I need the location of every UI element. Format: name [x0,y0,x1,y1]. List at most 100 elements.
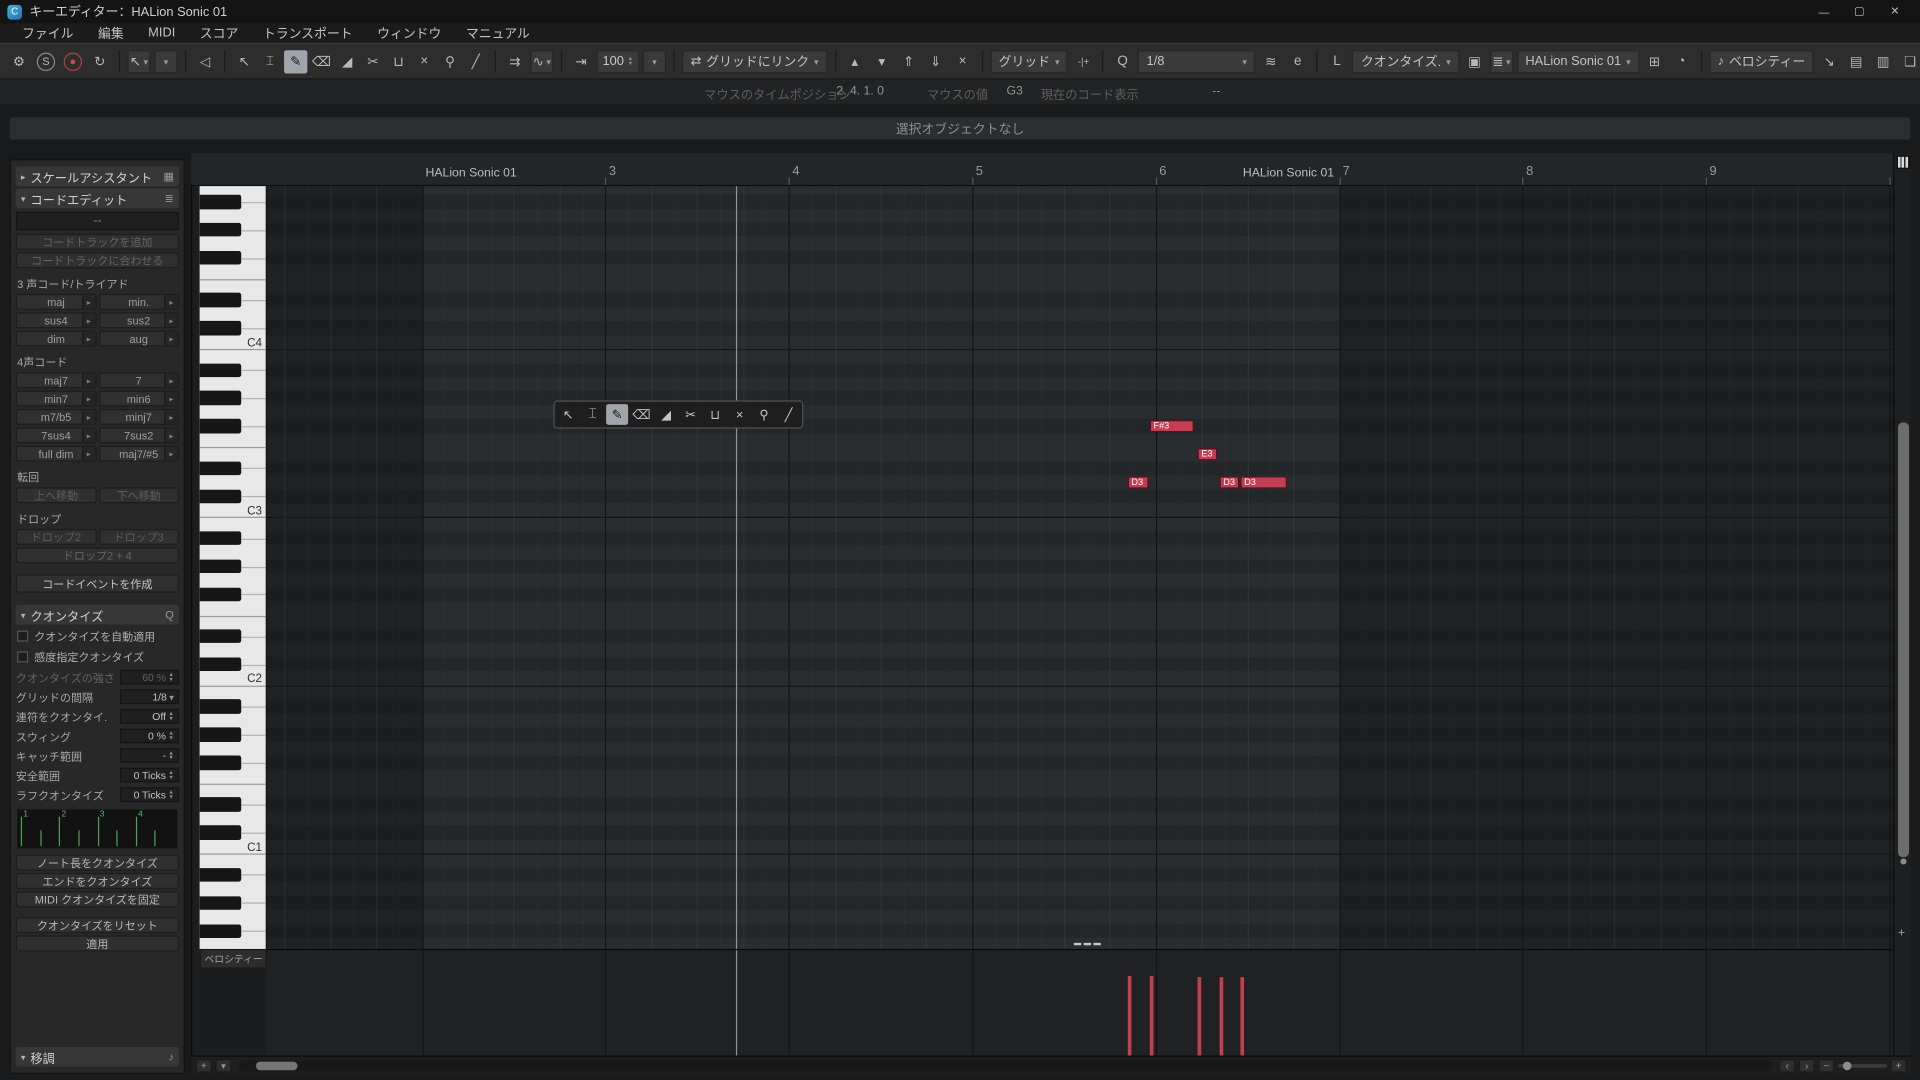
left-zone-toggle[interactable]: ▤ [1845,50,1868,73]
chord-button-上へ移動[interactable]: 上へ移動 [16,487,96,503]
tool-draw[interactable]: ✎ [606,404,628,425]
time-format-button[interactable]: ◔ [1670,50,1693,73]
lane-resize-handle[interactable] [1074,943,1101,945]
curve-dropdown[interactable]: ∿▾ [530,50,553,73]
black-key[interactable] [200,321,242,335]
black-key[interactable] [200,700,242,714]
record-button[interactable]: ● [61,50,84,73]
menu-MIDI[interactable]: MIDI [136,26,188,41]
white-key[interactable] [200,938,266,949]
tool-range[interactable]: ⌶ [258,50,281,73]
param-value-field[interactable]: -▲▼ [120,748,179,763]
white-key[interactable] [200,545,266,559]
chord-button-下へ移動[interactable]: 下へ移動 [99,487,179,503]
param-value-field[interactable]: 0 Ticks▲▼ [120,768,179,783]
transpose-up-button[interactable]: ⇑ [897,50,920,73]
chord-variant-arrow-icon[interactable]: ▸ [81,392,94,405]
chord-button-maj7/#5[interactable]: maj7/#5▸ [99,446,179,462]
white-key[interactable] [200,349,266,363]
white-key[interactable] [200,910,266,924]
maximize-button[interactable]: ▢ [1842,0,1878,23]
white-key[interactable] [200,517,266,531]
black-key[interactable] [200,419,242,433]
insert-velocity-dropdown[interactable]: ▾ [643,50,666,73]
param-value-field[interactable]: 1/8▾ [120,689,179,704]
midi-note-D3[interactable]: D3 [1128,476,1149,488]
black-key[interactable] [200,896,242,910]
vertical-scrollbar[interactable]: + [1893,153,1911,1055]
white-key[interactable] [200,615,266,629]
acoustic-feedback-button[interactable]: ◁ [193,50,216,73]
drop-2-4-button[interactable]: ドロップ2 + 4 [16,547,179,563]
lane-preset-dropdown[interactable]: ▾ [216,1059,232,1072]
menu-ファイル[interactable]: ファイル [10,24,86,42]
menu-スコア[interactable]: スコア [188,24,251,42]
corner-arrow-button[interactable]: ↘ [1818,50,1841,73]
solo-button[interactable]: S [34,50,57,73]
chord-button-m7/b5[interactable]: m7/b5▸ [16,409,96,425]
tool-trim[interactable]: ◢ [655,404,677,425]
menu-ウィンドウ[interactable]: ウィンドウ [365,24,454,42]
chord-button-7sus4[interactable]: 7sus4▸ [16,427,96,443]
white-key[interactable] [200,686,266,700]
chord-variant-arrow-icon[interactable]: ▸ [81,313,94,326]
add-chord-track-button[interactable]: コードトラックを追加 [16,234,179,250]
link-to-grid-dropdown[interactable]: ⇄グリッドにリンク▾ [682,50,827,73]
scroll-right-button[interactable]: › [1799,1059,1815,1072]
chord-button-min6[interactable]: min6▸ [99,391,179,407]
black-key[interactable] [200,531,242,545]
black-key[interactable] [200,798,242,812]
tool-zoom[interactable]: ⚲ [753,404,775,425]
velocity-lane[interactable] [267,949,1893,1056]
tool-mute[interactable]: × [729,404,751,425]
velocity-bar[interactable] [1198,977,1202,1055]
match-chord-track-button[interactable]: コードトラックに合わせる [16,252,179,268]
black-key[interactable] [200,629,242,643]
white-key[interactable] [200,742,266,756]
chord-button-full dim[interactable]: full dim▸ [16,446,96,462]
note-grid[interactable]: D3F#3E3D3D3 [267,186,1893,949]
vzoom-in-button[interactable]: + [1898,927,1905,940]
white-key[interactable] [200,237,266,251]
insert-velocity-field[interactable]: 100 ▲▼ [596,50,639,73]
editor-setup-button[interactable]: ⚙ [7,50,30,73]
tool-select[interactable]: ↖ [557,404,579,425]
white-key[interactable] [200,643,266,657]
vscroll-thumb[interactable] [1898,422,1909,857]
param-value-field[interactable]: 60 %▲▼ [120,670,179,685]
hzoom-slider[interactable] [1838,1063,1887,1067]
chord-variant-arrow-icon[interactable]: ▸ [164,313,177,326]
tool-select[interactable]: ↖ [233,50,256,73]
midi-note-D3[interactable]: D3 [1240,476,1287,488]
add-lane-button[interactable]: + [196,1059,212,1072]
tool-split[interactable]: ✂ [361,50,384,73]
quantize-apply-button[interactable]: Q [1111,50,1134,73]
white-key[interactable] [200,573,266,587]
insert-velocity-button[interactable]: ⇥ [569,50,592,73]
menu-トランスポート[interactable]: トランスポート [251,24,365,42]
black-key[interactable] [200,195,242,209]
velocity-bar[interactable] [1150,976,1154,1056]
white-key[interactable] [200,209,266,223]
hzoom-in-button[interactable]: + [1891,1059,1907,1072]
quantize-button[interactable]: MIDI クオンタイズを固定 [16,891,179,907]
white-key[interactable] [200,770,266,784]
chord-button-ドロップ2[interactable]: ドロップ2 [16,529,96,545]
hscroll-thumb[interactable] [256,1061,298,1070]
param-value-field[interactable]: 0 Ticks▲▼ [120,787,179,802]
quantize-button[interactable]: クオンタイズをリセット [16,917,179,933]
tool-range[interactable]: ⌶ [582,404,604,425]
chord-variant-arrow-icon[interactable]: ▸ [164,332,177,345]
tool-draw[interactable]: ✎ [284,50,307,73]
chord-button-sus4[interactable]: sus4▸ [16,312,96,328]
white-key[interactable] [200,405,266,419]
tool-line[interactable]: ╱ [778,404,800,425]
chord-variant-arrow-icon[interactable]: ▸ [164,373,177,386]
chord-button-aug[interactable]: aug▸ [99,331,179,347]
white-key[interactable] [200,882,266,896]
chord-variant-arrow-icon[interactable]: ▸ [81,332,94,345]
section-chord-edit[interactable]: ▾ コードエディット ≣ [16,189,179,209]
white-key[interactable] [200,279,266,293]
hscroll-track[interactable] [239,1060,1772,1071]
white-key[interactable] [200,265,266,279]
